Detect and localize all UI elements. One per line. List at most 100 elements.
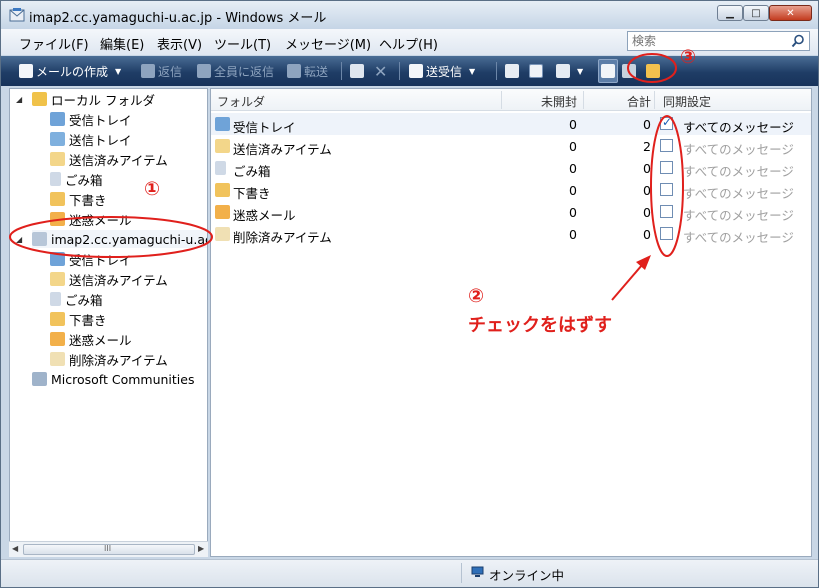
sent-items-icon [215, 139, 230, 153]
tree-label: ローカル フォルダ [51, 92, 155, 108]
compose-button[interactable]: メールの作成 ▼ [19, 62, 121, 80]
compose-icon [19, 64, 33, 78]
forward-button[interactable]: 転送 [287, 62, 328, 80]
sync-checkbox[interactable] [660, 115, 673, 130]
tree-imap-trash[interactable]: ごみ箱 [50, 290, 103, 308]
folder-name: 迷惑メール [233, 208, 296, 223]
sync-checkbox[interactable] [660, 227, 673, 240]
tree-label: 迷惑メール [69, 332, 132, 348]
total-count: 0 [643, 205, 651, 220]
search-icon[interactable] [791, 34, 805, 48]
toolbar-divider [496, 62, 497, 80]
tree-communities[interactable]: Microsoft Communities [32, 370, 194, 388]
menu-message[interactable]: メッセージ(M) [285, 34, 371, 53]
table-row[interactable]: 受信トレイ 0 0 すべてのメッセージ [211, 113, 811, 135]
tree-local-outbox[interactable]: 送信トレイ [50, 130, 132, 148]
tree-label: 迷惑メール [69, 212, 132, 228]
tree-imap-deleted[interactable]: 削除済みアイテム [50, 350, 168, 368]
search-input[interactable] [632, 34, 782, 48]
column-total[interactable]: 合計 [627, 93, 651, 110]
deleted-items-icon [50, 352, 65, 366]
column-sync[interactable]: 同期設定 [663, 93, 711, 110]
reply-all-label: 全員に返信 [214, 64, 275, 79]
chevron-down-icon[interactable]: ▼ [577, 67, 583, 76]
collapse-arrow-icon[interactable]: ◢ [16, 95, 22, 104]
sync-checkbox[interactable] [660, 205, 673, 218]
search-box[interactable] [627, 31, 810, 51]
table-row[interactable]: 迷惑メール 0 0 すべてのメッセージ [211, 201, 811, 223]
junk-mail-icon [50, 212, 65, 226]
tree-label: Microsoft Communities [51, 371, 195, 387]
table-row[interactable]: ごみ箱 0 0 すべてのメッセージ [211, 157, 811, 179]
column-header: フォルダ 未開封 合計 同期設定 [211, 89, 811, 111]
tree-label: 送信トレイ [69, 132, 132, 148]
inbox-icon [50, 252, 65, 266]
menu-help[interactable]: ヘルプ(H) [379, 34, 438, 53]
total-count: 0 [643, 227, 651, 242]
sync-setting: すべてのメッセージ [683, 186, 794, 201]
sync-checkbox[interactable] [660, 183, 673, 196]
close-button[interactable]: ✕ [769, 5, 812, 21]
menu-view[interactable]: 表示(V) [157, 34, 202, 53]
tree-imap-account[interactable]: imap2.cc.yamaguchi-u.ac.j [32, 230, 207, 248]
contacts-button[interactable] [505, 62, 519, 80]
scroll-left-arrow-icon[interactable]: ◀ [12, 544, 18, 553]
menu-tools[interactable]: ツール(T) [214, 34, 271, 53]
unread-count: 0 [569, 139, 577, 154]
tree-local-junk[interactable]: 迷惑メール [50, 210, 132, 228]
scroll-thumb[interactable]: III [23, 544, 195, 555]
annotation-number-1: ① [144, 178, 161, 200]
title-bar[interactable]: imap2.cc.yamaguchi-u.ac.jp - Windows メール… [1, 1, 818, 29]
horizontal-scrollbar[interactable]: ◀ III ▶ [9, 541, 208, 557]
table-row[interactable]: 削除済みアイテム 0 0 すべてのメッセージ [211, 223, 811, 245]
tree-imap-drafts[interactable]: 下書き [50, 310, 107, 328]
delete-icon: ✕ [374, 61, 388, 81]
menu-file[interactable]: ファイル(F) [19, 34, 89, 53]
minimize-button[interactable]: ▁ [717, 5, 743, 21]
calendar-icon [529, 64, 543, 78]
unread-count: 0 [569, 227, 577, 242]
tree-label: 送信済みアイテム [69, 272, 168, 288]
chevron-down-icon[interactable]: ▼ [115, 67, 121, 76]
tree-local-drafts[interactable]: 下書き [50, 190, 107, 208]
tree-local-inbox[interactable]: 受信トレイ [50, 110, 132, 128]
calendar-button[interactable] [529, 62, 543, 80]
table-row[interactable]: 送信済みアイテム 0 2 すべてのメッセージ [211, 135, 811, 157]
folder-list-button[interactable] [598, 59, 618, 83]
imap-folders-icon [646, 64, 660, 78]
sync-setting: すべてのメッセージ [683, 142, 794, 157]
send-receive-button[interactable]: 送受信 ▼ [409, 62, 475, 80]
sync-checkbox[interactable] [660, 139, 673, 152]
folder-name: ごみ箱 [233, 164, 271, 179]
maximize-button[interactable]: □ [743, 5, 769, 21]
table-row[interactable]: 下書き 0 0 すべてのメッセージ [211, 179, 811, 201]
menu-edit[interactable]: 編集(E) [100, 34, 144, 53]
window-title: imap2.cc.yamaguchi-u.ac.jp - Windows メール [29, 11, 327, 26]
tree-imap-junk[interactable]: 迷惑メール [50, 330, 132, 348]
unread-count: 0 [569, 205, 577, 220]
print-button[interactable] [350, 62, 364, 80]
find-button[interactable]: ▼ [556, 62, 583, 80]
column-folder[interactable]: フォルダ [217, 93, 265, 110]
sent-items-icon [50, 152, 65, 166]
tree-local-trash[interactable]: ごみ箱 [50, 170, 103, 188]
sync-button[interactable] [622, 62, 636, 80]
column-unread[interactable]: 未開封 [541, 93, 577, 110]
tree-imap-sent[interactable]: 送信済みアイテム [50, 270, 168, 288]
tree-local-folders[interactable]: ローカル フォルダ [32, 90, 155, 108]
tree-imap-inbox[interactable]: 受信トレイ [50, 250, 132, 268]
tree-local-sent[interactable]: 送信済みアイテム [50, 150, 168, 168]
chevron-down-icon[interactable]: ▼ [469, 67, 475, 76]
trash-icon [50, 292, 61, 306]
collapse-arrow-icon[interactable]: ◢ [16, 235, 22, 244]
reply-button[interactable]: 返信 [141, 62, 182, 80]
reply-all-button[interactable]: 全員に返信 [197, 62, 274, 80]
scroll-right-arrow-icon[interactable]: ▶ [198, 544, 204, 553]
delete-button[interactable]: ✕ [374, 61, 388, 81]
tree-label: 削除済みアイテム [69, 352, 168, 368]
sync-checkbox[interactable] [660, 161, 673, 174]
folder-name: 送信済みアイテム [233, 142, 332, 157]
sync-setting: すべてのメッセージ [683, 208, 794, 223]
tree-label: ごみ箱 [65, 172, 103, 188]
imap-folders-button[interactable] [646, 62, 660, 80]
